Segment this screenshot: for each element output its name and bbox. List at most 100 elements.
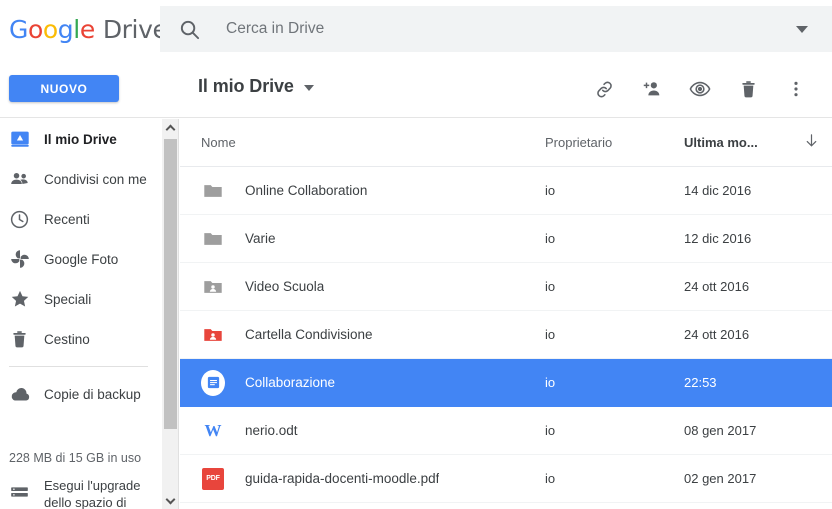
- logo-product-name: Drive: [102, 14, 168, 44]
- chevron-down-icon: [796, 25, 808, 33]
- file-name-cell: Varie: [180, 227, 545, 251]
- google-doc-icon: [201, 369, 225, 396]
- vertical-scrollbar[interactable]: [162, 119, 179, 509]
- clock-icon: [9, 209, 44, 230]
- file-owner-cell: io: [545, 183, 556, 198]
- file-list-area: Nome Proprietario Ultima mo... Online Co…: [180, 119, 832, 509]
- file-name-cell: Cartella Condivisione: [180, 323, 545, 347]
- file-modified-cell: 02 gen 2017: [684, 471, 757, 486]
- scrollbar-down-button[interactable]: [162, 492, 179, 509]
- word-document-icon: W: [201, 419, 225, 443]
- file-name-cell: Online Collaboration: [180, 179, 545, 203]
- file-modified-cell: 14 dic 2016: [684, 183, 752, 198]
- arrow-down-icon: [803, 132, 820, 154]
- upgrade-storage-link[interactable]: Esegui l'upgrade dello spazio di: [9, 477, 140, 509]
- file-name-cell: PDF guida-rapida-docenti-moodle.pdf: [180, 467, 545, 491]
- preview-button[interactable]: [676, 72, 724, 106]
- file-owner-cell: io: [545, 471, 556, 486]
- sidebar-item-label: Condivisi con me: [44, 171, 147, 187]
- table-row[interactable]: W nerio.odt io 08 gen 2017: [180, 407, 832, 455]
- sidebar-item-label: Copie di backup: [44, 386, 141, 402]
- scrollbar-up-button[interactable]: [162, 119, 179, 136]
- cloud-icon: [9, 383, 44, 406]
- more-options-button[interactable]: [772, 72, 820, 106]
- sidebar-item-label: Speciali: [44, 291, 92, 307]
- chevron-up-icon: [165, 124, 176, 134]
- add-person-button[interactable]: [628, 72, 676, 106]
- new-button[interactable]: NUOVO: [9, 75, 119, 102]
- shared-folder-icon: [201, 275, 225, 299]
- file-owner-cell: io: [545, 327, 556, 342]
- table-row[interactable]: Video Scuola io 24 ott 2016: [180, 263, 832, 311]
- sidebar-item-shared-with-me[interactable]: Condivisi con me: [0, 159, 160, 199]
- breadcrumb[interactable]: Il mio Drive: [198, 76, 314, 97]
- sidebar-item-label: Cestino: [44, 331, 90, 347]
- file-name-cell: Video Scuola: [180, 275, 545, 299]
- file-modified-cell: 24 ott 2016: [684, 327, 750, 342]
- sidebar-item-label: Il mio Drive: [44, 131, 117, 147]
- storage-bars-icon: [9, 477, 44, 509]
- sidebar-item-label: Google Foto: [44, 251, 119, 267]
- sidebar-item-trash[interactable]: Cestino: [0, 319, 160, 359]
- chevron-down-icon: [303, 85, 314, 91]
- column-header-modified[interactable]: Ultima mo...: [684, 134, 791, 152]
- sidebar-item-starred[interactable]: Speciali: [0, 279, 160, 319]
- table-row[interactable]: PDF guida-rapida-docenti-moodle.pdf io 0…: [180, 455, 832, 503]
- sidebar-divider: [9, 366, 148, 367]
- logo-letter-o1: o: [27, 14, 43, 44]
- sort-direction-button[interactable]: [791, 132, 831, 154]
- column-header-name[interactable]: Nome: [180, 134, 545, 152]
- upgrade-line-2: dello spazio di: [44, 495, 127, 509]
- file-modified-cell: 24 ott 2016: [684, 279, 750, 294]
- file-name-cell: Collaborazione: [180, 369, 545, 396]
- file-name-cell: W nerio.odt: [180, 419, 545, 443]
- logo-text: Google Drive: [9, 14, 168, 44]
- file-modified-cell: 22:53: [684, 375, 717, 390]
- sidebar-item-google-photos[interactable]: Google Foto: [0, 239, 160, 279]
- storage-usage-text: 228 MB di 15 GB in uso: [9, 451, 142, 465]
- action-bar: NUOVO Il mio Drive: [0, 58, 832, 118]
- doc-icon-circle: [201, 369, 225, 396]
- people-icon: [9, 168, 44, 190]
- pdf-badge: PDF: [202, 467, 224, 490]
- search-input[interactable]: [218, 20, 772, 38]
- photos-pinwheel-icon: [9, 248, 44, 270]
- sidebar-item-label: Recenti: [44, 211, 90, 227]
- file-modified-cell: 12 dic 2016: [684, 231, 752, 246]
- get-link-button[interactable]: [580, 72, 628, 106]
- table-row[interactable]: Collaborazione io 22:53: [180, 359, 832, 407]
- file-list-header: Nome Proprietario Ultima mo...: [180, 119, 832, 167]
- file-owner-cell: io: [545, 231, 556, 246]
- star-icon: [9, 288, 44, 310]
- page-title: Il mio Drive: [198, 76, 294, 96]
- drive-computer-icon: [9, 128, 44, 150]
- logo-letter-e: e: [79, 14, 95, 44]
- sidebar-item-my-drive[interactable]: Il mio Drive: [0, 119, 160, 159]
- word-badge: W: [204, 420, 222, 440]
- search-icon: [160, 18, 218, 41]
- shared-folder-icon: [201, 323, 225, 347]
- file-owner-cell: io: [545, 375, 556, 390]
- pdf-icon: PDF: [201, 467, 225, 491]
- upgrade-label: Esegui l'upgrade dello spazio di: [44, 477, 140, 509]
- column-header-owner[interactable]: Proprietario: [545, 134, 684, 152]
- trash-icon: [9, 329, 44, 350]
- folder-icon: [201, 179, 225, 203]
- google-drive-logo[interactable]: Google Drive: [0, 0, 168, 58]
- sidebar-item-recent[interactable]: Recenti: [0, 199, 160, 239]
- sidebar: Il mio Drive Condivisi con me Recenti Go…: [0, 119, 160, 509]
- chevron-down-icon: [165, 494, 176, 504]
- toolbar-actions: [580, 72, 820, 106]
- folder-icon: [201, 227, 225, 251]
- delete-button[interactable]: [724, 72, 772, 106]
- search-bar[interactable]: [160, 6, 832, 52]
- table-row[interactable]: Online Collaboration io 14 dic 2016: [180, 167, 832, 215]
- sidebar-item-backups[interactable]: Copie di backup: [0, 374, 160, 414]
- scrollbar-thumb[interactable]: [164, 139, 177, 429]
- file-owner-cell: io: [545, 423, 556, 438]
- table-row[interactable]: Cartella Condivisione io 24 ott 2016: [180, 311, 832, 359]
- search-options-button[interactable]: [772, 25, 832, 33]
- table-row[interactable]: Varie io 12 dic 2016: [180, 215, 832, 263]
- upgrade-line-1: Esegui l'upgrade: [44, 478, 141, 493]
- logo-letter-o2: o: [42, 14, 58, 44]
